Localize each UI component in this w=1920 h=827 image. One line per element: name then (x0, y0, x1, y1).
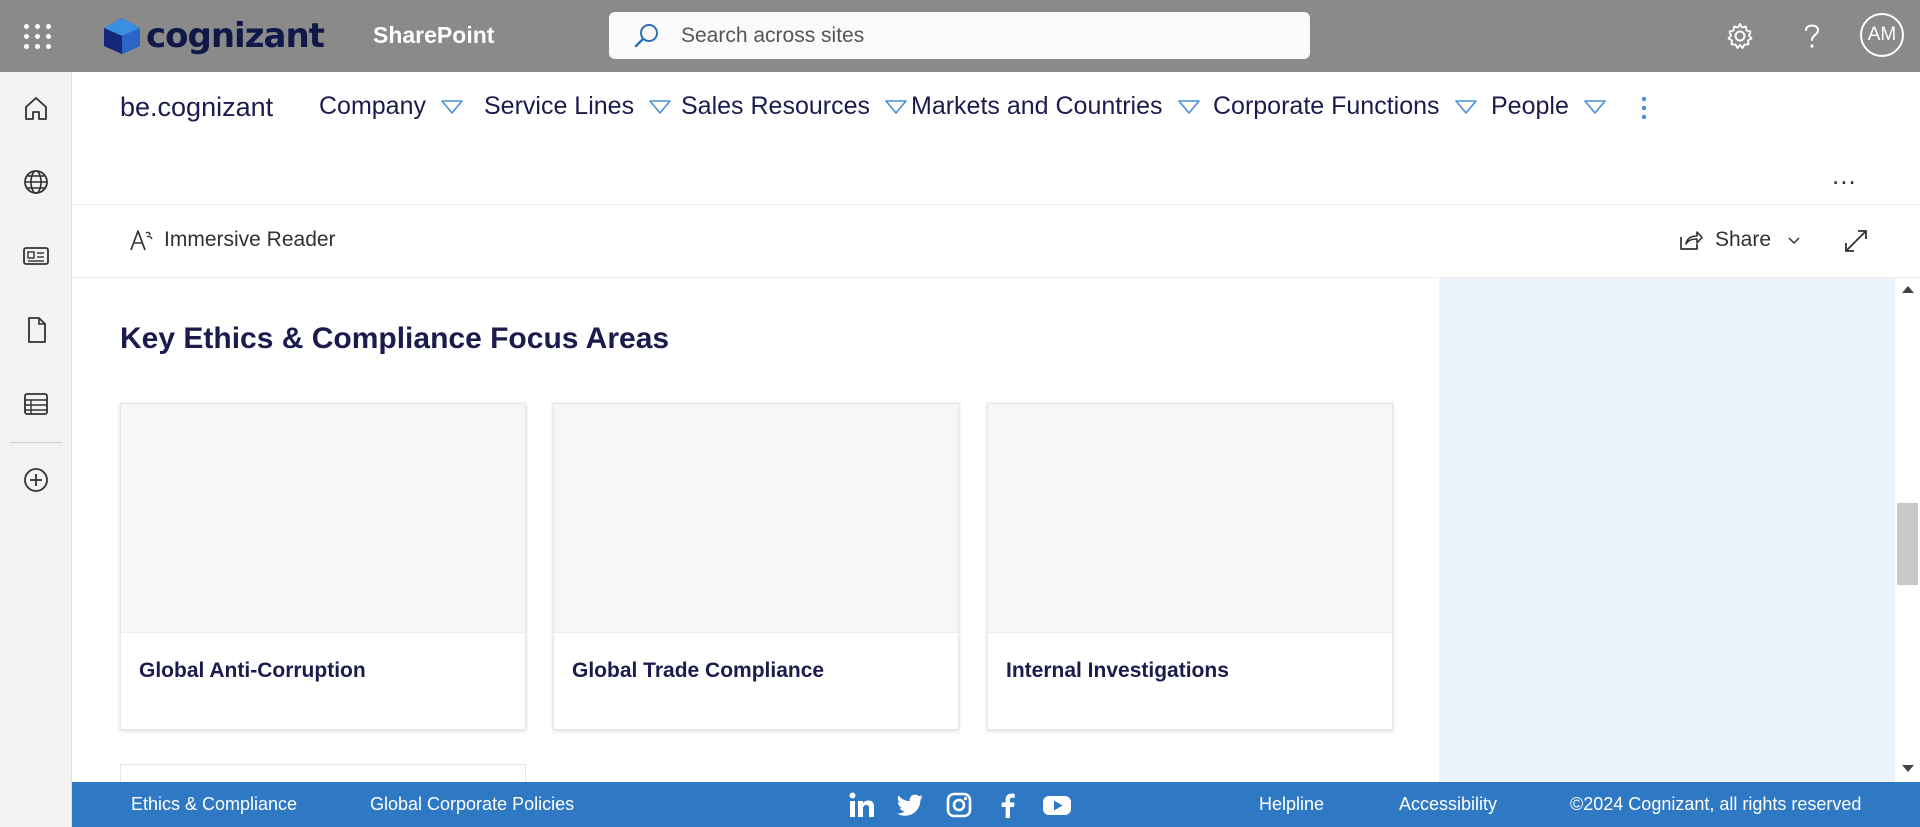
card-global-trade-compliance[interactable]: Global Trade Compliance (553, 403, 959, 730)
nav-item-label: Company (319, 92, 426, 120)
nav-item-sales-resources[interactable]: Sales Resources (681, 92, 908, 121)
chevron-down-icon (885, 99, 907, 114)
section-title: Key Ethics & Compliance Focus Areas (120, 322, 670, 355)
home-icon[interactable] (18, 90, 54, 126)
app-name[interactable]: SharePoint (373, 22, 494, 49)
footer-link-accessibility[interactable]: Accessibility (1399, 794, 1497, 815)
more-nav-icon[interactable] (1637, 94, 1651, 122)
cognizant-logo[interactable]: cognizant (100, 16, 325, 56)
instagram-icon[interactable] (944, 790, 974, 820)
scroll-up-arrow-icon[interactable] (1902, 286, 1914, 293)
chevron-down-icon (1788, 237, 1800, 245)
chevron-down-icon (1584, 99, 1606, 114)
search-input[interactable] (679, 22, 1283, 49)
nav-item-service-lines[interactable]: Service Lines (484, 92, 672, 121)
footer: Ethics & Compliance Global Corporate Pol… (72, 782, 1920, 827)
footer-link-global-corporate-policies[interactable]: Global Corporate Policies (370, 794, 574, 815)
news-icon[interactable] (18, 238, 54, 274)
nav-item-markets-and-countries[interactable]: Markets and Countries (911, 92, 1201, 121)
facebook-icon[interactable] (993, 790, 1023, 820)
card-global-anti-corruption[interactable]: Global Anti-Corruption (120, 403, 526, 730)
twitter-icon[interactable] (895, 790, 925, 820)
youtube-icon[interactable] (1042, 790, 1072, 820)
nav-item-label: People (1491, 92, 1569, 120)
scroll-down-arrow-icon[interactable] (1902, 765, 1914, 772)
document-icon[interactable] (18, 312, 54, 348)
share-label: Share (1715, 228, 1772, 251)
nav-item-label: Sales Resources (681, 92, 870, 120)
linkedin-icon[interactable] (847, 790, 877, 820)
immersive-reader-label: Immersive Reader (164, 228, 336, 251)
nav-item-label: Markets and Countries (911, 92, 1163, 120)
card-title: Global Anti-Corruption (139, 659, 366, 682)
side-panel (1439, 278, 1895, 782)
share-button[interactable]: Share (1677, 227, 1801, 253)
site-title[interactable]: be.cognizant (120, 92, 273, 123)
list-icon[interactable] (18, 386, 54, 422)
chevron-down-icon (441, 99, 463, 114)
search-box[interactable] (609, 12, 1310, 59)
main-content: Key Ethics & Compliance Focus Areas Glob… (72, 278, 1439, 794)
footer-link-ethics-compliance[interactable]: Ethics & Compliance (131, 794, 297, 815)
immersive-reader-button[interactable]: Immersive Reader (128, 227, 336, 253)
globe-icon[interactable] (18, 164, 54, 200)
chevron-down-icon (1177, 99, 1200, 114)
hub-navigation: be.cognizant Company Service Lines Sales… (72, 72, 1920, 205)
gear-icon[interactable] (1722, 18, 1758, 54)
command-bar: Immersive Reader Share (72, 205, 1920, 278)
help-icon[interactable] (1794, 18, 1830, 54)
nav-item-people[interactable]: People (1491, 92, 1607, 121)
immersive-reader-icon (130, 230, 153, 251)
suite-bar: cognizant SharePoint AM (0, 0, 1920, 72)
nav-item-label: Corporate Functions (1213, 92, 1440, 120)
logo-text: cognizant (146, 16, 325, 56)
chevron-down-icon (649, 99, 671, 114)
add-icon[interactable] (18, 462, 54, 498)
left-rail (0, 72, 72, 827)
footer-link-helpline[interactable]: Helpline (1259, 794, 1324, 815)
search-icon (634, 23, 658, 47)
share-icon (1680, 231, 1703, 250)
card-image-placeholder (554, 404, 958, 633)
scrollbar-thumb[interactable] (1897, 503, 1918, 585)
nav-item-company[interactable]: Company (319, 92, 464, 121)
card-title: Internal Investigations (1006, 659, 1229, 682)
nav-item-corporate-functions[interactable]: Corporate Functions (1213, 92, 1478, 121)
more-actions-button[interactable]: ... (1832, 160, 1857, 191)
chevron-down-icon (1454, 99, 1477, 114)
app-launcher-icon[interactable] (18, 18, 54, 54)
card-title: Global Trade Compliance (572, 659, 825, 682)
cognizant-logo-mark-icon (104, 18, 140, 54)
avatar[interactable]: AM (1860, 13, 1904, 57)
card-image-placeholder (988, 404, 1392, 633)
nav-item-label: Service Lines (484, 92, 635, 120)
card-internal-investigations[interactable]: Internal Investigations (987, 403, 1393, 730)
copyright-text: ©2024 Cognizant, all rights reserved (1570, 794, 1862, 814)
rail-divider (10, 442, 62, 443)
card-image-placeholder (121, 404, 525, 633)
expand-icon[interactable] (1842, 227, 1870, 255)
